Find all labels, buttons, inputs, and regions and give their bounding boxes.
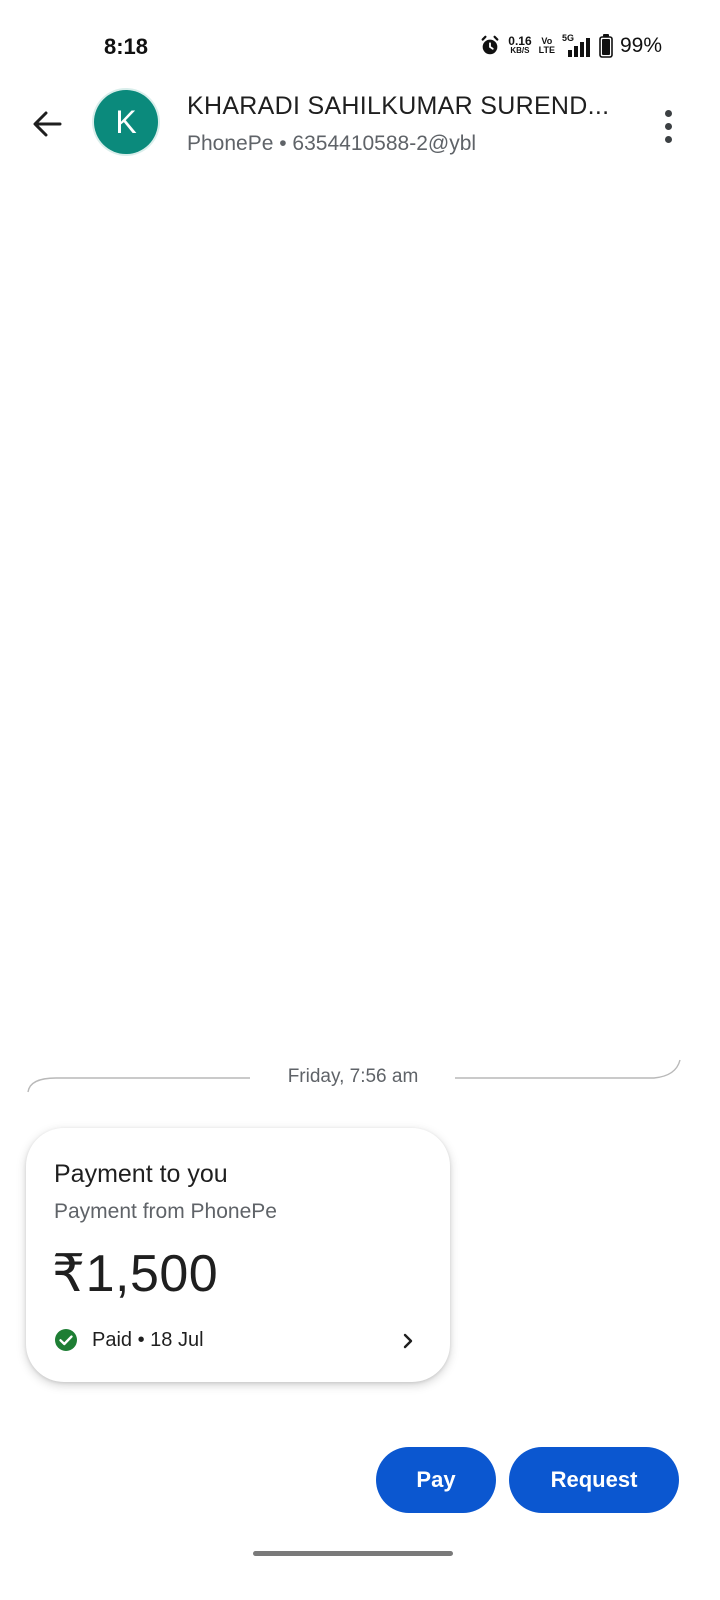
payment-card[interactable]: Payment to you Payment from PhonePe ₹1,5… (26, 1128, 450, 1382)
date-divider: Friday, 7:56 am (0, 1056, 720, 1100)
back-arrow-icon (33, 111, 62, 137)
chevron-right-icon (403, 1333, 413, 1349)
status-icons: 0.16 KB/S Vo LTE 5G 99% (479, 30, 662, 62)
chat-header: K KHARADI SAHILKUMAR SUREND... PhonePe •… (0, 88, 720, 168)
signal-icon: 5G (562, 33, 592, 57)
payment-title: Payment to you (54, 1160, 228, 1188)
volte-indicator: Vo LTE (539, 37, 555, 55)
battery-icon (599, 34, 613, 58)
battery-percent: 99% (619, 34, 662, 57)
request-button[interactable]: Request (509, 1447, 679, 1513)
contact-upi-id: PhonePe • 6354410588-2@ybl (187, 132, 477, 155)
alarm-icon (481, 35, 499, 55)
payment-status: Paid • 18 Jul (54, 1328, 204, 1352)
back-button[interactable] (22, 102, 72, 146)
contact-name[interactable]: KHARADI SAHILKUMAR SUREND... (187, 92, 609, 121)
network-speed-unit: KB/S (510, 46, 530, 55)
volte-bottom: LTE (538, 45, 555, 55)
payment-status-text: Paid • 18 Jul (92, 1328, 204, 1351)
check-circle-icon (55, 1329, 77, 1351)
pay-button[interactable]: Pay (376, 1447, 496, 1513)
network-speed-value: 0.16 (508, 34, 532, 48)
status-time: 8:18 (104, 34, 149, 59)
more-vert-icon (664, 109, 672, 117)
screen: 8:18 0.16 KB/S Vo LTE 5G 99% K KHARADI S… (0, 0, 720, 1600)
payment-subtitle: Payment from PhonePe (54, 1200, 277, 1223)
home-indicator[interactable] (253, 1551, 453, 1556)
signal-bars (567, 38, 590, 57)
payment-amount: ₹1,500 (52, 1245, 219, 1303)
avatar[interactable]: K (94, 90, 158, 154)
more-options-button[interactable] (650, 106, 686, 146)
network-speed: 0.16 KB/S (508, 34, 532, 56)
date-label: Friday, 7:56 am (287, 1066, 419, 1087)
status-bar: 8:18 0.16 KB/S Vo LTE 5G 99% (0, 0, 720, 96)
